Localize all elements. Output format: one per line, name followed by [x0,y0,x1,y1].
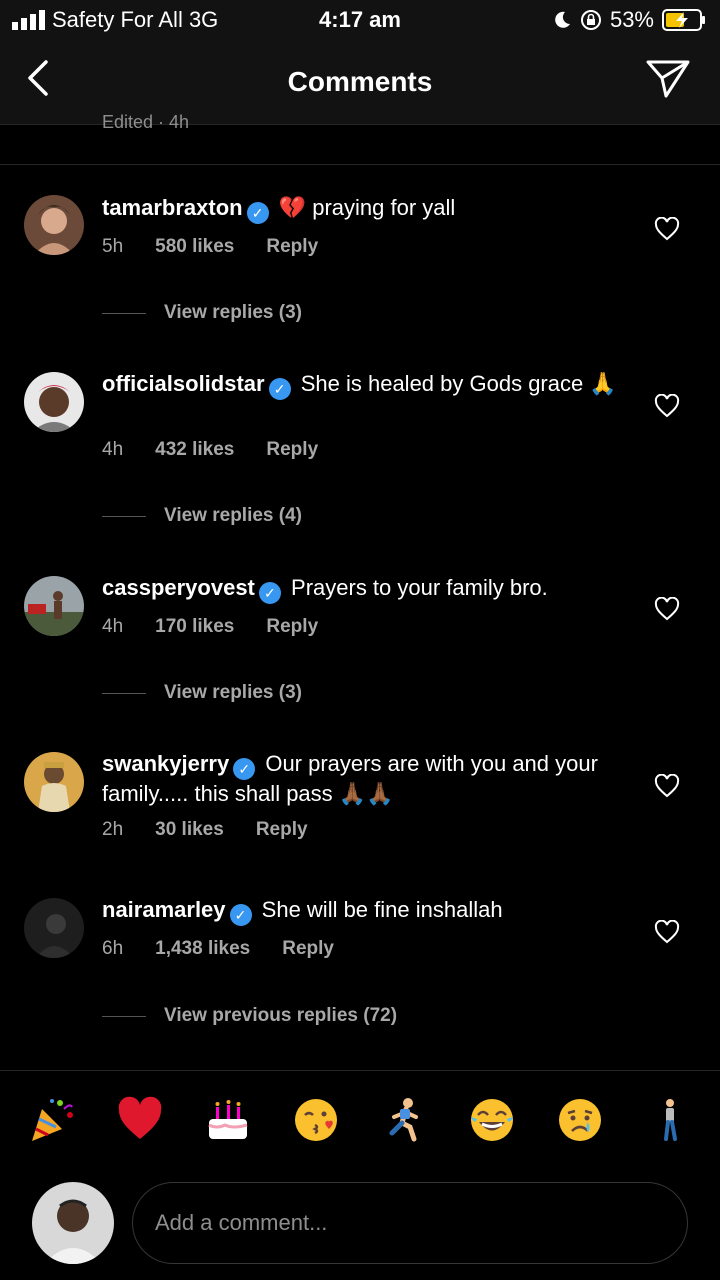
verified-badge-icon: ✓ [268,378,291,400]
reply-button[interactable]: Reply [266,439,318,461]
comment-username[interactable]: officialsolidstar [102,371,265,396]
reply-button[interactable]: Reply [266,236,318,258]
comment-username[interactable]: nairamarley [102,897,226,922]
verified-badge-icon: ✓ [258,582,281,604]
comment-time: 6h [102,938,124,959]
status-right: 53% [552,7,706,33]
avatar[interactable] [24,752,84,812]
direct-message-icon[interactable] [644,56,692,100]
battery-icon [662,9,705,31]
crying-face-icon[interactable] [555,1095,605,1145]
comment-likes[interactable]: 432 likes [155,439,234,461]
view-replies-label: View previous replies (72) [164,1005,398,1026]
divider [0,164,720,165]
reply-button[interactable]: Reply [282,938,334,960]
battery-percent: 53% [609,7,654,32]
reply-button[interactable]: Reply [256,819,308,841]
view-replies[interactable]: View replies (4) [102,505,302,527]
reply-button[interactable]: Reply [266,616,318,638]
avatar[interactable] [24,576,84,636]
like-heart-icon[interactable] [654,394,680,418]
comment-input-row [0,1176,720,1280]
reply-line [102,515,146,517]
view-replies-label: View replies (3) [164,682,302,703]
kissing-face-icon[interactable] [291,1095,341,1145]
comment-username[interactable]: tamarbraxton [102,195,243,220]
comment-time: 4h [102,439,124,460]
comment-likes[interactable]: 30 likes [155,819,224,841]
avatar[interactable] [24,195,84,255]
reply-line [102,312,146,314]
person-walking-icon[interactable] [644,1095,694,1145]
comment-time: 4h [102,616,124,637]
my-avatar [32,1182,114,1264]
reply-line [102,692,146,694]
person-running-icon[interactable] [380,1095,430,1145]
comment-text: She will be fine inshallah [261,897,503,922]
view-replies[interactable]: View replies (3) [102,302,302,324]
reply-line [102,1015,146,1017]
page-title: Comments [287,66,433,97]
red-heart-icon[interactable] [115,1095,165,1145]
comment-time: 5h [102,236,124,257]
emoji-quick-bar [0,1070,720,1177]
like-heart-icon[interactable] [654,920,680,944]
comment-text: 💔 praying for yall [278,195,456,220]
comment-likes[interactable]: 1,438 likes [155,938,250,960]
edited-label: Edited · 4h [102,112,190,132]
rotation-lock-icon [580,10,601,30]
comment-time: 2h [102,819,124,840]
verified-badge-icon: ✓ [233,758,256,780]
comment-likes[interactable]: 170 likes [155,616,234,638]
verified-badge-icon: ✓ [246,202,269,224]
verified-badge-icon: ✓ [229,904,252,926]
like-heart-icon[interactable] [654,217,680,241]
avatar[interactable] [24,372,84,432]
comment-username[interactable]: cassperyovest [102,575,255,600]
like-heart-icon[interactable] [654,774,680,798]
comment-likes[interactable]: 580 likes [155,236,234,258]
like-heart-icon[interactable] [654,597,680,621]
comment-username[interactable]: swankyjerry [102,751,229,776]
party-popper-icon[interactable] [26,1095,76,1145]
moon-icon [555,11,570,28]
status-bar: Safety For All 3G 4:17 am 53% [0,0,720,40]
view-replies-label: View replies (4) [164,505,302,526]
comment-text: She is healed by Gods grace 🙏 [300,371,617,396]
view-previous-replies[interactable]: View previous replies (72) [102,1005,397,1027]
comment-input[interactable] [132,1182,688,1264]
view-replies[interactable]: View replies (3) [102,682,302,704]
comment-text: Prayers to your family bro. [291,575,548,600]
view-replies-label: View replies (3) [164,302,302,323]
avatar[interactable] [24,898,84,958]
tears-of-joy-icon[interactable] [467,1095,517,1145]
birthday-cake-icon[interactable] [203,1095,253,1145]
